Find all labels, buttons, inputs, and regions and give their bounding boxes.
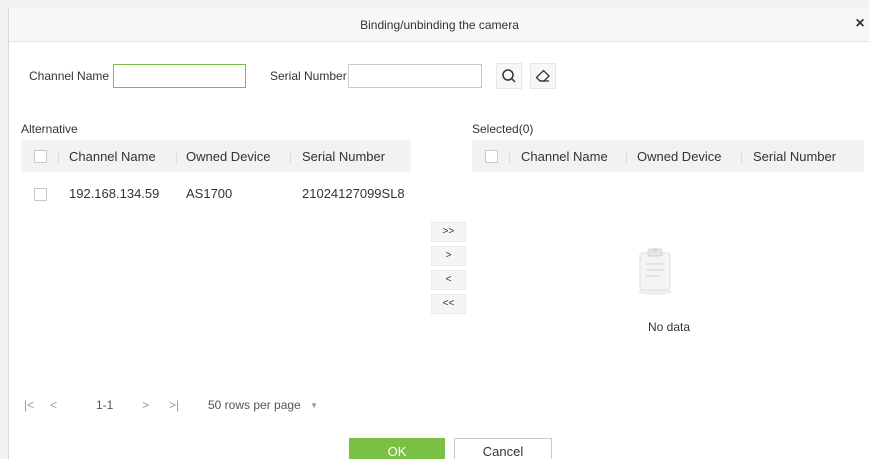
alternative-table-header: Channel Name Owned Device Serial Number [21,140,411,172]
selected-select-all-checkbox[interactable] [485,150,498,163]
chevron-down-icon: ▼ [310,401,318,411]
row-checkbox[interactable] [34,188,47,201]
column-separator [58,151,59,163]
selected-col-owned-device[interactable]: Owned Device [637,149,722,164]
add-all-button[interactable]: >> [431,222,466,242]
column-separator [509,151,510,163]
next-page-icon[interactable]: > [142,398,149,412]
column-separator [626,151,627,163]
serial-number-label: Serial Number [270,69,347,83]
selected-col-channel-name[interactable]: Channel Name [521,149,608,164]
alternative-col-owned-device[interactable]: Owned Device [186,149,271,164]
row-serial-number: 21024127099SL8 [302,186,405,201]
last-page-icon[interactable]: >| [169,398,179,412]
dialog-titlebar: Binding/unbinding the camera × [9,8,869,42]
add-button[interactable]: > [431,246,466,266]
prev-page-icon[interactable]: < [50,398,57,412]
close-icon[interactable]: × [852,15,868,33]
clipboard-icon [638,248,672,295]
selected-table-header: Channel Name Owned Device Serial Number [472,140,864,172]
page-range: 1-1 [96,398,114,412]
clear-button[interactable] [530,63,556,89]
channel-name-label: Channel Name [29,69,110,83]
alternative-col-serial-number[interactable]: Serial Number [302,149,385,164]
selected-col-serial-number[interactable]: Serial Number [753,149,836,164]
no-data-text: No data [648,320,691,334]
rows-per-page-label: 50 rows per page [208,398,301,412]
eraser-icon [535,69,550,82]
first-page-icon[interactable]: |< [24,398,34,412]
search-icon [502,69,516,83]
alternative-col-channel-name[interactable]: Channel Name [69,149,156,164]
row-owned-device: AS1700 [186,186,233,201]
cancel-button[interactable]: Cancel [454,438,552,459]
dialog-title: Binding/unbinding the camera [360,18,519,32]
ok-button[interactable]: OK [349,438,445,459]
serial-number-input[interactable] [348,64,482,88]
selected-title: Selected(0) [472,122,534,136]
row-channel-name: 192.168.134.59 [69,186,160,201]
remove-all-button[interactable]: << [431,294,466,314]
search-button[interactable] [496,63,522,89]
column-separator [741,151,742,163]
alternative-select-all-checkbox[interactable] [34,150,47,163]
rows-per-page-select[interactable]: 50 rows per page ▼ [208,398,318,412]
channel-name-input[interactable] [113,64,246,88]
alternative-title: Alternative [21,122,78,136]
column-separator [290,151,291,163]
bind-camera-dialog: Binding/unbinding the camera × Channel N… [8,8,869,459]
remove-button[interactable]: < [431,270,466,290]
column-separator [176,151,177,163]
